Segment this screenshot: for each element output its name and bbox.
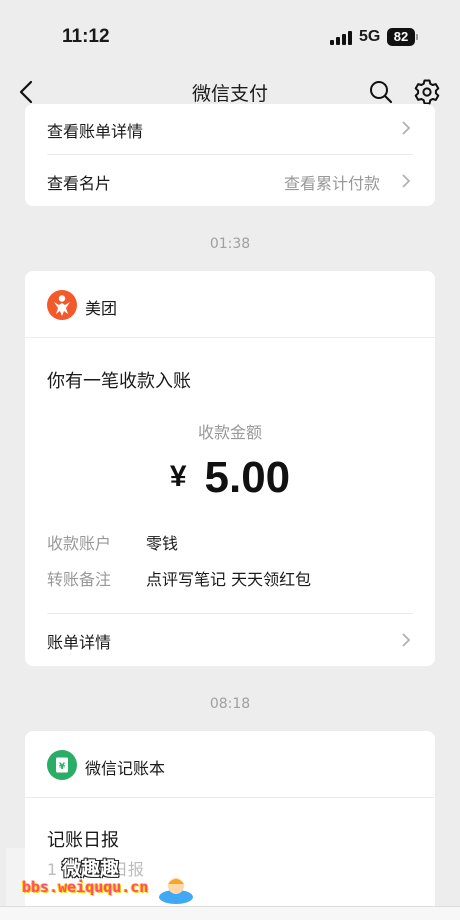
network-type: 5G — [359, 28, 381, 45]
signal-icon — [330, 31, 352, 45]
message-heading: 你有一笔收款入账 — [47, 371, 191, 392]
amount-number: 5.00 — [204, 453, 291, 502]
field-value: 点评写笔记 天天领红包 — [146, 570, 312, 589]
battery-tip — [416, 34, 418, 40]
message-timestamp: 01:38 — [209, 236, 251, 252]
amount-label: 收款金额 — [197, 423, 262, 442]
divider — [25, 797, 435, 798]
amount-value: ¥5.00 — [25, 453, 435, 503]
ledger-logo-icon: ¥ — [47, 750, 77, 780]
meituan-logo-icon — [47, 290, 77, 320]
field-label: 收款账户 — [47, 534, 112, 553]
search-icon[interactable] — [368, 79, 394, 105]
gear-icon[interactable] — [413, 78, 441, 106]
currency-symbol: ¥ — [169, 460, 187, 493]
field-label: 转账备注 — [47, 570, 112, 589]
sender-name: 微信记账本 — [85, 759, 166, 778]
bill-detail-row[interactable]: 账单详情 — [25, 614, 435, 666]
watermark-url: bbs.weiququ.cn — [22, 878, 149, 896]
sender-name: 美团 — [85, 299, 118, 318]
status-time: 11:12 — [62, 26, 110, 47]
field-value: 零钱 — [146, 534, 179, 553]
payment-received-card[interactable]: 美团 你有一笔收款入账 收款金额 ¥5.00 收款账户 零钱 转账备注 点评写笔… — [25, 271, 435, 666]
message-timestamp: 08:18 — [209, 696, 251, 712]
view-card-label: 查看名片 — [47, 174, 112, 193]
view-card-row[interactable]: 查看名片 查看累计付款 — [25, 155, 435, 206]
bill-detail-label: 账单详情 — [47, 633, 112, 652]
chevron-right-icon — [402, 174, 411, 188]
battery-icon: 82 — [387, 28, 415, 46]
view-bill-detail-label: 查看账单详情 — [47, 122, 144, 141]
chevron-right-icon — [402, 633, 411, 647]
bottom-toolbar — [0, 906, 460, 920]
previous-message-card: 查看账单详情 查看名片 查看累计付款 — [25, 104, 435, 206]
watermark-name: 微趣趣 — [62, 858, 120, 880]
view-total-payment-label: 查看累计付款 — [284, 174, 381, 193]
svg-text:¥: ¥ — [59, 762, 66, 772]
status-bar: 11:12 5G 82 — [0, 0, 460, 72]
view-bill-detail-row[interactable]: 查看账单详情 — [25, 104, 435, 152]
mascot-icon — [159, 878, 193, 904]
chevron-right-icon — [402, 121, 411, 135]
divider — [25, 337, 435, 338]
watermark: 微趣趣 bbs.weiququ.cn — [6, 848, 206, 908]
